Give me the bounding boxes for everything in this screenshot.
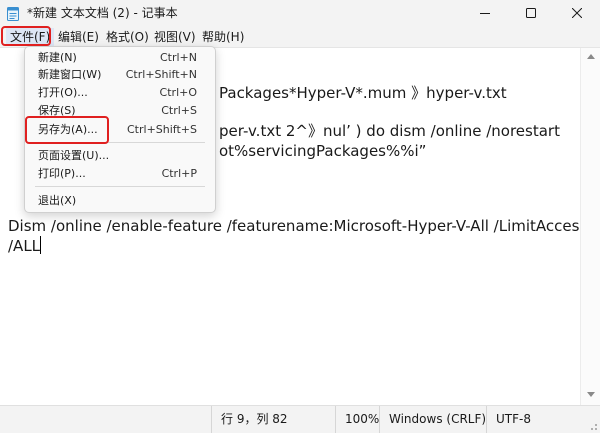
text-caret <box>40 236 42 254</box>
text-line: Dism /online /enable-feature /featurenam… <box>8 217 580 235</box>
resize-grip-icon[interactable] <box>588 421 598 431</box>
file-menu-dropdown: 新建(N) Ctrl+N 新建窗口(W) Ctrl+Shift+N 打开(O).… <box>24 46 216 213</box>
menu-item-shortcut: Ctrl+S <box>161 104 197 117</box>
menu-item-save[interactable]: 保存(S) Ctrl+S <box>25 101 215 120</box>
menu-item-label: 另存为(A)... <box>38 123 98 136</box>
menu-item-shortcut: Ctrl+O <box>159 86 197 99</box>
menu-item-new-window[interactable]: 新建窗口(W) Ctrl+Shift+N <box>25 65 215 84</box>
vertical-scrollbar[interactable] <box>580 48 600 405</box>
minimize-button[interactable] <box>462 0 508 27</box>
text-line-last: /ALL <box>8 236 42 256</box>
menu-item-label: 退出(X) <box>38 194 77 207</box>
text-line-content: /ALL <box>8 237 41 255</box>
window-title: *新建 文本文档 (2) - 记事本 <box>27 6 178 20</box>
scroll-up-icon[interactable] <box>587 54 595 59</box>
minimize-icon <box>480 13 490 14</box>
menu-item-label: 新建窗口(W) <box>38 68 102 81</box>
menu-item-save-as[interactable]: 另存为(A)... Ctrl+Shift+S <box>25 120 215 139</box>
menu-item-print[interactable]: 打印(P)... Ctrl+P <box>25 164 215 183</box>
text-fragment: per-v.txt 2^》nul’ ) do dism /online /nor… <box>219 122 560 140</box>
maximize-icon <box>526 8 536 18</box>
menu-item-label: 打印(P)... <box>38 167 86 180</box>
maximize-button[interactable] <box>508 0 554 27</box>
menu-file[interactable]: 文件(F) <box>6 28 55 46</box>
line-ending: Windows (CRLF) <box>379 406 486 433</box>
menu-edit[interactable]: 编辑(E) <box>54 28 103 46</box>
menu-bar: 文件(F) 编辑(E) 格式(O) 视图(V) 帮助(H) <box>0 27 600 48</box>
text-fragment: Packages*Hyper-V*.mum 》hyper-v.txt <box>219 84 507 102</box>
zoom-level: 100% <box>335 406 379 433</box>
menu-view[interactable]: 视图(V) <box>150 28 200 46</box>
menu-item-label: 打开(O)... <box>38 86 88 99</box>
menu-item-label: 页面设置(U)... <box>38 149 110 162</box>
menu-item-open[interactable]: 打开(O)... Ctrl+O <box>25 83 215 102</box>
menu-item-shortcut: Ctrl+Shift+N <box>125 68 197 81</box>
menu-format[interactable]: 格式(O) <box>102 28 153 46</box>
menu-separator <box>35 142 205 143</box>
notepad-icon <box>7 6 19 21</box>
menu-separator <box>35 186 205 187</box>
menu-item-exit[interactable]: 退出(X) <box>25 191 215 210</box>
menu-help[interactable]: 帮助(H) <box>198 28 248 46</box>
title-bar[interactable]: *新建 文本文档 (2) - 记事本 <box>0 0 600 27</box>
text-fragment: ot%servicingPackages%%i” <box>219 142 427 160</box>
cursor-position: 行 9，列 82 <box>211 406 335 433</box>
scroll-down-icon[interactable] <box>587 392 595 397</box>
status-bar: 行 9，列 82 100% Windows (CRLF) UTF-8 <box>0 405 600 433</box>
menu-item-shortcut: Ctrl+P <box>161 167 197 180</box>
encoding: UTF-8 <box>486 406 586 433</box>
menu-item-label: 保存(S) <box>38 104 76 117</box>
menu-item-page-setup[interactable]: 页面设置(U)... <box>25 146 215 165</box>
menu-item-shortcut: Ctrl+Shift+S <box>127 123 197 136</box>
close-icon <box>572 8 582 18</box>
notepad-window: *新建 文本文档 (2) - 记事本 文件(F) 编辑(E) 格式(O) 视图(… <box>0 0 600 433</box>
close-button[interactable] <box>554 0 600 27</box>
